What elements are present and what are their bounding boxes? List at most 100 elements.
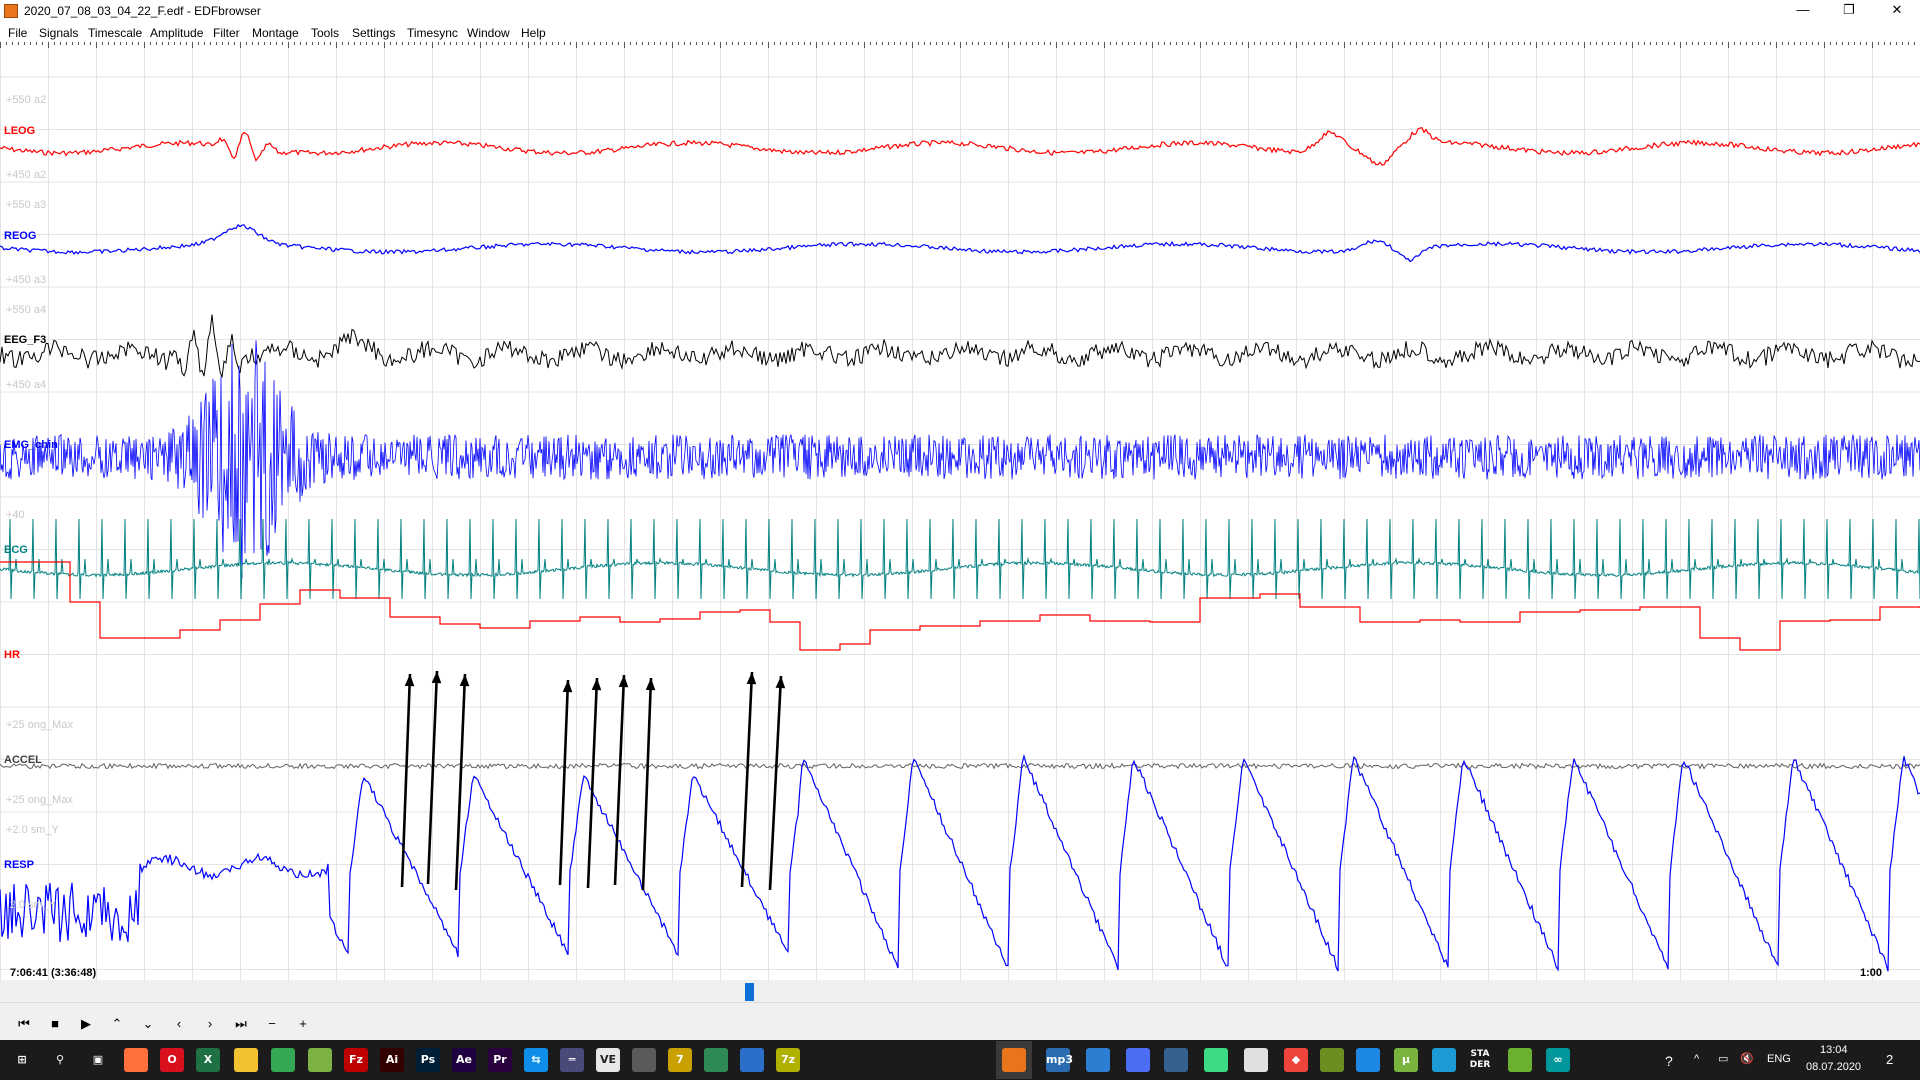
scale-label: +550 a4	[6, 304, 47, 316]
menu-montage[interactable]: Montage	[252, 26, 299, 40]
volume-muted-icon[interactable]: 🔇	[1740, 1052, 1754, 1065]
calculator-icon[interactable]	[1126, 1048, 1150, 1072]
notepad-green-icon[interactable]	[1508, 1048, 1532, 1072]
window-blue-icon[interactable]	[1356, 1048, 1380, 1072]
window-app-icon[interactable]	[1086, 1048, 1110, 1072]
illustrator-icon[interactable]: Ai	[380, 1048, 404, 1072]
scale-label: +25 ong_Max	[6, 719, 73, 731]
android-app-icon[interactable]	[1204, 1048, 1228, 1072]
mp3-icon[interactable]: mp3	[1046, 1048, 1073, 1072]
title-bar: 2020_07_08_03_04_22_F.edf - EDFbrowser —…	[0, 0, 1920, 22]
time-scrollbar[interactable]	[0, 980, 1920, 1002]
zoom-out-button[interactable]: −	[262, 1014, 282, 1034]
bar-app-icon[interactable]: ═	[560, 1048, 584, 1072]
anydesk-icon[interactable]: ◆	[1284, 1048, 1308, 1072]
arrow-head	[775, 676, 786, 689]
task-view-icon[interactable]: ▣	[86, 1048, 110, 1072]
notification-icon[interactable]: 2	[1886, 1052, 1893, 1067]
menu-timesync[interactable]: Timesync	[407, 26, 458, 40]
nodes-app-icon[interactable]	[1432, 1048, 1456, 1072]
clock-date[interactable]: 08.07.2020	[1806, 1061, 1861, 1073]
signal-plot-area[interactable]: +550 a2 +450 a2 +550 a3 +450 a3 +550 a4 …	[0, 42, 1920, 980]
signal-label-ecg[interactable]: ECG	[4, 544, 28, 556]
network-app-icon[interactable]	[704, 1048, 728, 1072]
signal-label-hr[interactable]: HR	[4, 649, 20, 661]
maximize-button[interactable]: ❐	[1826, 0, 1872, 22]
window-title: 2020_07_08_03_04_22_F.edf - EDFbrowser	[24, 4, 261, 18]
arduino-icon[interactable]: ∞	[1546, 1048, 1570, 1072]
vlc-like-icon[interactable]: VE	[596, 1048, 620, 1072]
help-tray-icon[interactable]: ?	[1665, 1053, 1673, 1069]
language-indicator[interactable]: ENG	[1767, 1053, 1791, 1065]
time-end-label: 1:00	[1860, 967, 1883, 979]
zoom-in-button[interactable]: +	[293, 1014, 313, 1034]
annotation-arrow	[768, 675, 783, 891]
pc-app-icon[interactable]	[740, 1048, 764, 1072]
scale-label: +550 a3	[6, 199, 47, 211]
clock-time[interactable]: 13:04	[1820, 1044, 1848, 1056]
menu-amplitude[interactable]: Amplitude	[150, 26, 203, 40]
minimize-button[interactable]: —	[1780, 0, 1826, 22]
step-back-button[interactable]: ‹	[169, 1014, 189, 1034]
menu-timescale[interactable]: Timescale	[88, 26, 142, 40]
signal-label-emg-chin[interactable]: EMG_chin	[4, 439, 58, 451]
menu-filter[interactable]: Filter	[213, 26, 240, 40]
close-button[interactable]: ✕	[1874, 0, 1920, 22]
scale-label: +450 a3	[6, 274, 47, 286]
seven-zip-icon[interactable]: 7z	[776, 1048, 800, 1072]
page-up-button[interactable]: ⌃	[107, 1014, 127, 1034]
signal-label-reog[interactable]: REOG	[4, 230, 36, 242]
play-button[interactable]: ▶	[76, 1014, 96, 1034]
scale-label: +25 ong_Max	[6, 794, 73, 806]
menu-signals[interactable]: Signals	[39, 26, 78, 40]
page-down-button[interactable]: ⌄	[138, 1014, 158, 1034]
cube-app-icon[interactable]	[1244, 1048, 1268, 1072]
teamviewer-icon[interactable]: ⇆	[524, 1048, 548, 1072]
windows-start-icon[interactable]: ⊞	[10, 1048, 34, 1072]
utorrent-icon[interactable]: µ	[1394, 1048, 1418, 1072]
seven-icon[interactable]: 7	[668, 1048, 692, 1072]
excel-icon[interactable]: X	[196, 1048, 220, 1072]
tool-icon[interactable]	[632, 1048, 656, 1072]
bird-app-icon[interactable]	[1320, 1048, 1344, 1072]
tray-chevron-icon[interactable]: ^	[1694, 1053, 1699, 1065]
stop-button[interactable]: ■	[45, 1014, 65, 1034]
filezilla-icon[interactable]: Fz	[344, 1048, 368, 1072]
jump-start-button[interactable]: ⏮	[14, 1014, 34, 1034]
edfbrowser-icon[interactable]	[1002, 1048, 1026, 1072]
remote-desktop-icon[interactable]	[1164, 1048, 1188, 1072]
signal-label-accel[interactable]: ACCEL	[4, 754, 42, 766]
scrollbar-thumb[interactable]	[745, 983, 754, 1001]
signal-label-eeg-f3[interactable]: EEG_F3	[4, 334, 46, 346]
playback-controls: ⏮ ■ ▶ ⌃ ⌄ ‹ › ⏭ − +	[0, 1002, 1920, 1043]
notepad-plus-icon[interactable]	[308, 1048, 332, 1072]
signal-label-resp[interactable]: RESP	[4, 859, 34, 871]
opera-icon[interactable]: O	[160, 1048, 184, 1072]
photoshop-icon[interactable]: Ps	[416, 1048, 440, 1072]
after-effects-icon[interactable]: Ae	[452, 1048, 476, 1072]
menu-help[interactable]: Help	[521, 26, 546, 40]
time-position-label: 7:06:41 (3:36:48)	[10, 967, 97, 979]
edfbrowser-app-icon	[4, 4, 18, 18]
chrome-icon[interactable]	[271, 1048, 295, 1072]
annotation-arrow	[558, 679, 570, 886]
search-icon[interactable]: ⚲	[48, 1048, 72, 1072]
arrow-head	[591, 678, 602, 691]
arrow-head	[618, 675, 629, 688]
menu-window[interactable]: Window	[467, 26, 510, 40]
arrow-head	[431, 671, 442, 684]
file-explorer-icon[interactable]	[234, 1048, 258, 1072]
scale-label: +450 a4	[6, 379, 47, 391]
step-forward-button[interactable]: ›	[200, 1014, 220, 1034]
stader-icon[interactable]: STA DER	[1468, 1048, 1492, 1073]
jump-end-button[interactable]: ⏭	[231, 1014, 251, 1034]
premiere-icon[interactable]: Pr	[488, 1048, 512, 1072]
annotation-arrow	[586, 677, 599, 889]
annotation-arrow	[400, 673, 412, 888]
menu-settings[interactable]: Settings	[352, 26, 395, 40]
menu-tools[interactable]: Tools	[311, 26, 339, 40]
network-icon[interactable]: ▭	[1718, 1052, 1728, 1065]
firefox-icon[interactable]	[124, 1048, 148, 1072]
signal-label-leog[interactable]: LEOG	[4, 125, 35, 137]
menu-file[interactable]: File	[8, 26, 27, 40]
